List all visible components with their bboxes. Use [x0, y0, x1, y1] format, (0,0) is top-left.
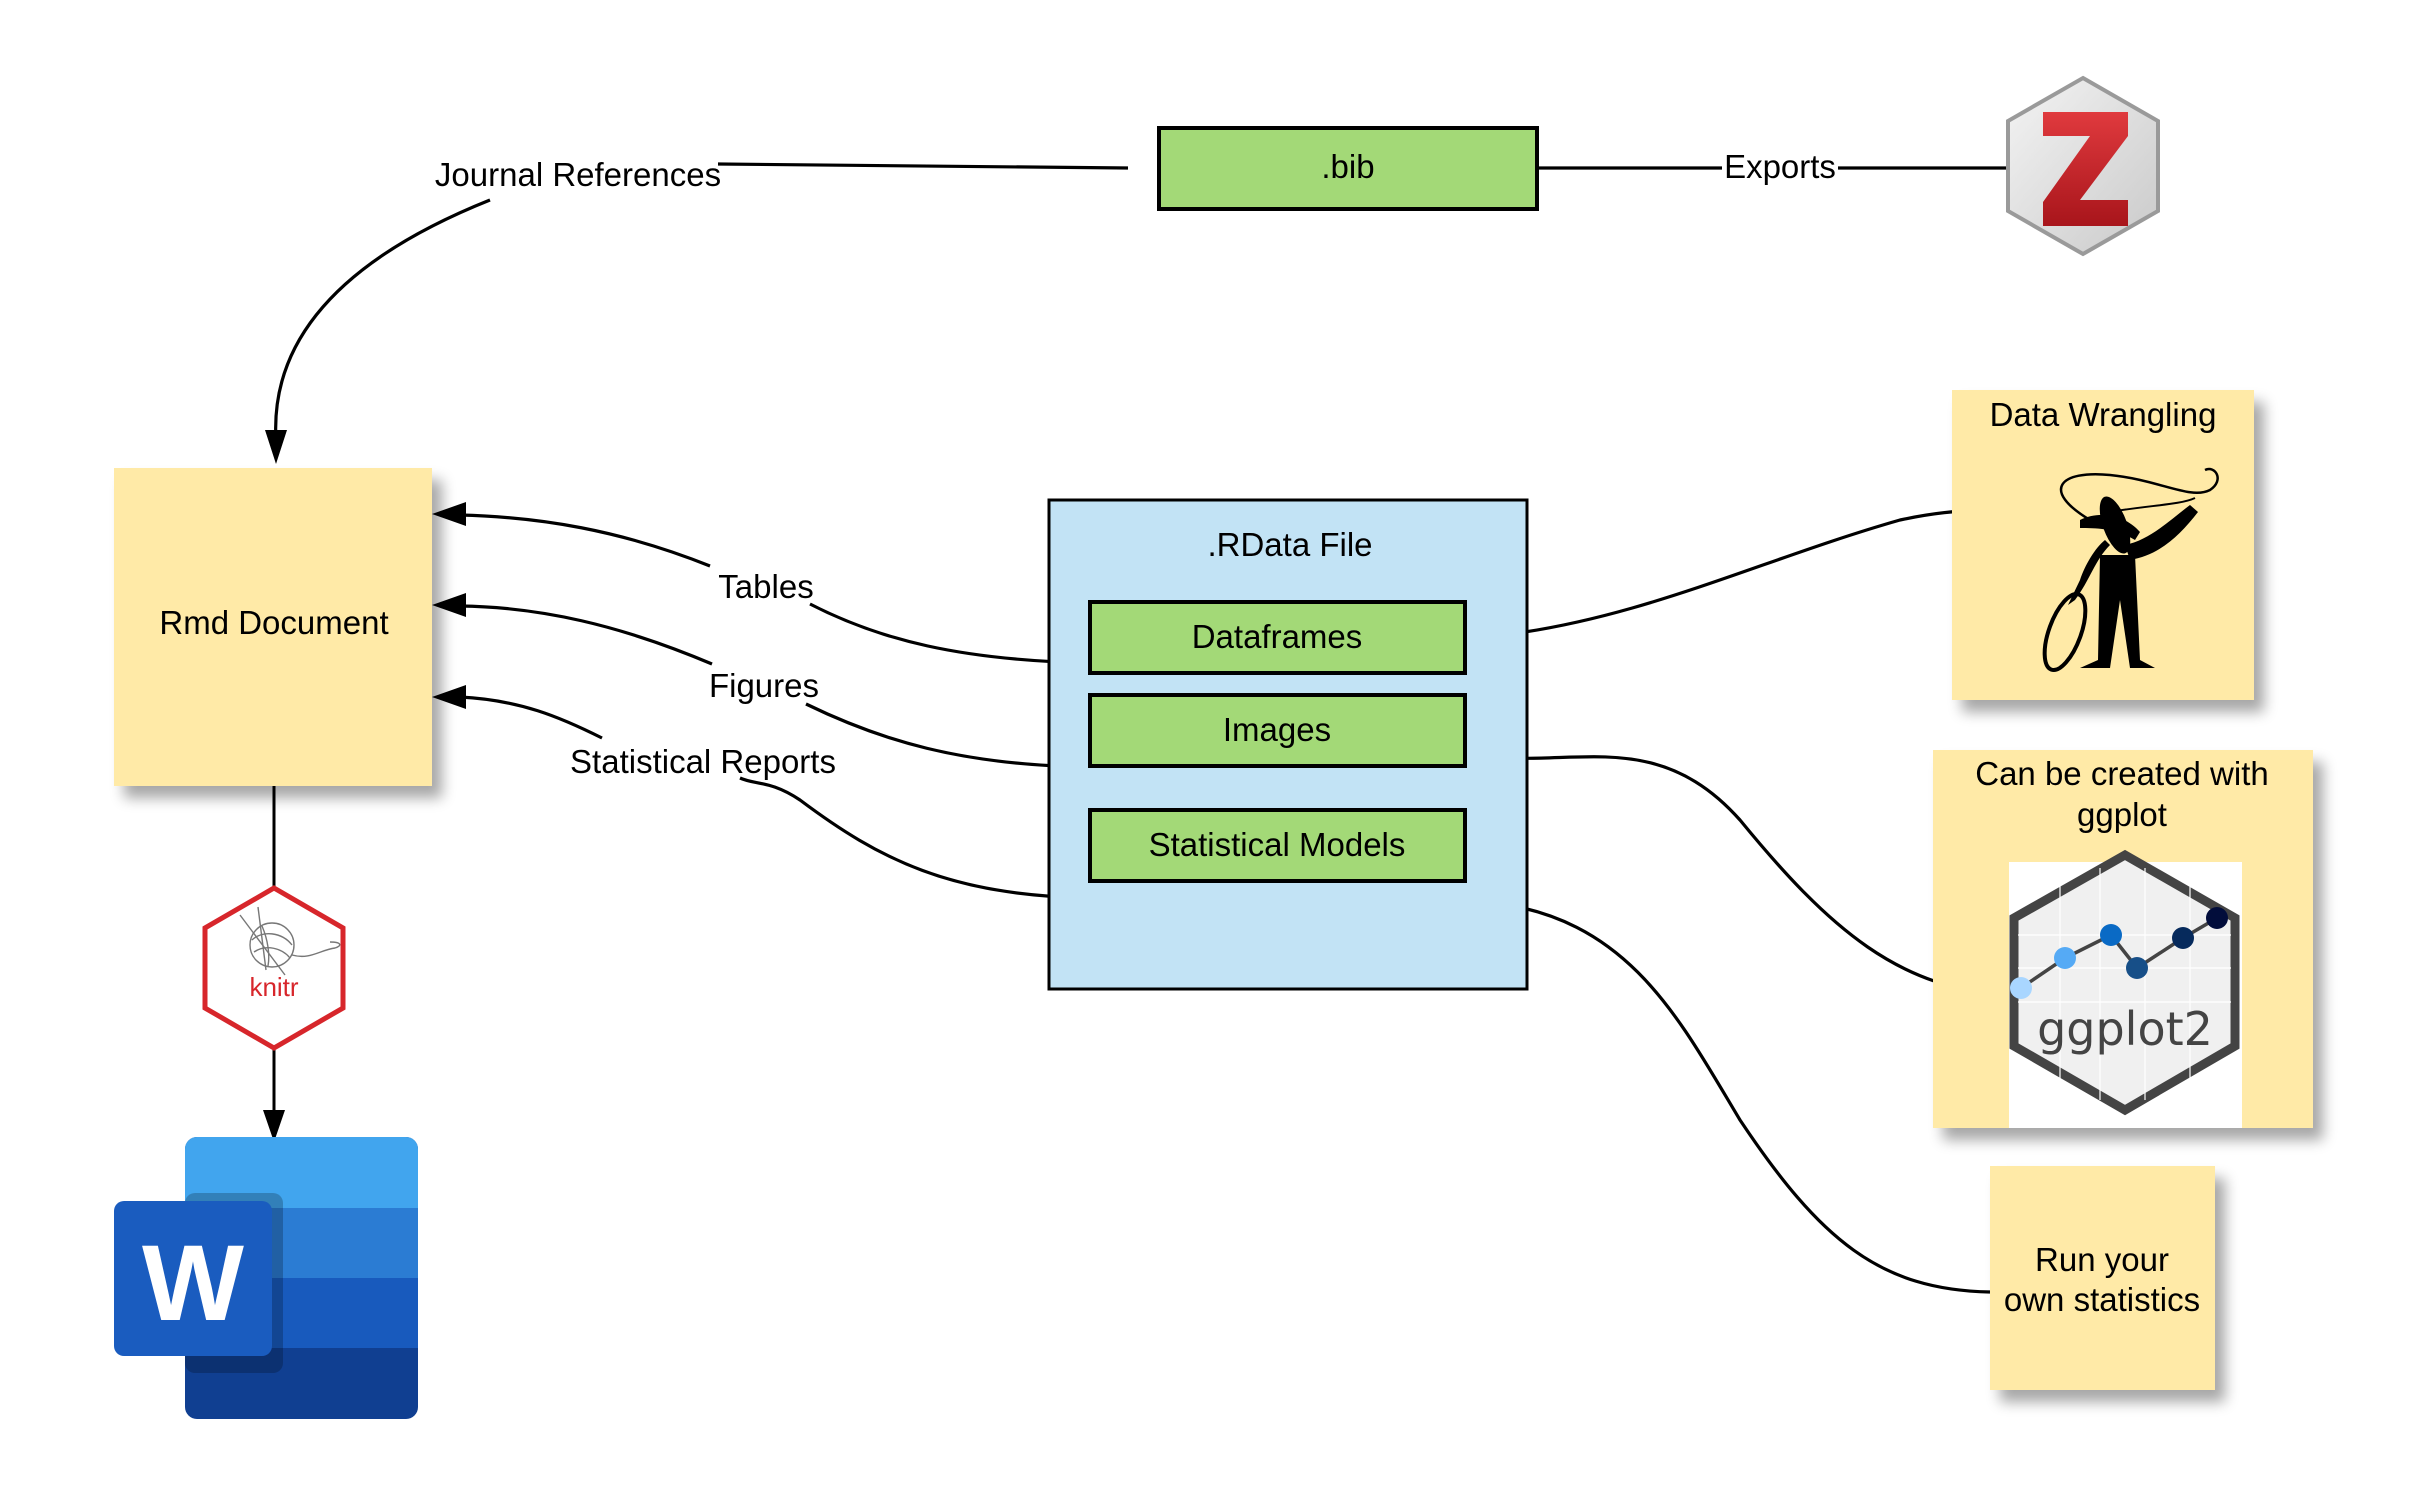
stats-label-line2: own statistics: [2004, 1281, 2200, 1318]
word-logo-icon: W: [114, 1137, 418, 1419]
rmd-label: Rmd Document: [159, 604, 388, 641]
edge-statistical-reports: Statistical Reports: [432, 685, 1089, 900]
zotero-logo-icon: [2006, 75, 2160, 257]
edge-stats-to-models: [1467, 890, 1991, 1294]
node-rmd-document[interactable]: Rmd Document: [114, 468, 432, 786]
node-data-wrangling[interactable]: Data Wrangling: [1952, 390, 2254, 700]
node-ggplot[interactable]: Can be created with ggplot ggplot2: [1933, 750, 2313, 1128]
stats-note[interactable]: [1990, 1166, 2215, 1390]
edge-curve: [459, 695, 603, 740]
stats-label-line1: Run your: [2035, 1241, 2169, 1278]
edge-label-journal-references: Journal References: [435, 156, 721, 193]
knitr-label: knitr: [249, 972, 298, 1002]
word-letter: W: [142, 1222, 244, 1343]
edge-curve: [1494, 755, 2011, 997]
edge-tables: Tables: [432, 502, 1089, 665]
bib-label: .bib: [1321, 148, 1374, 185]
node-rdata-file[interactable]: .RData File Dataframes Images Statistica…: [1047, 498, 1529, 991]
models-label: Statistical Models: [1149, 826, 1406, 863]
wrangling-label: Data Wrangling: [1990, 396, 2217, 433]
edge-ggplot-to-images-main: [1467, 744, 2011, 997]
ggplot-label-line1: Can be created with: [1975, 755, 2269, 792]
edge-journal-references: Journal References: [265, 156, 1129, 464]
edge-label-figures: Figures: [709, 667, 819, 704]
arrowhead: [432, 593, 466, 617]
edge-curve: [805, 702, 1089, 769]
ggplot2-logo-text: ggplot2: [2037, 1002, 2213, 1056]
node-run-statistics[interactable]: Run your own statistics: [1990, 1166, 2215, 1390]
edge-curve: [809, 602, 1089, 665]
rdata-label: .RData File: [1207, 526, 1372, 563]
edge-label-tables: Tables: [718, 568, 813, 605]
node-bib[interactable]: .bib: [1157, 126, 1539, 211]
dataframes-label: Dataframes: [1192, 618, 1363, 655]
edge-label-statistical-reports: Statistical Reports: [570, 743, 836, 780]
edge-figures: Figures: [432, 593, 1089, 769]
arrowhead: [265, 430, 287, 464]
edge-curve: [459, 513, 711, 568]
edge-curve: [1494, 901, 1991, 1294]
workflow-diagram: Exports Journal References Tables Figure…: [114, 75, 2313, 1419]
edge-curve: [739, 776, 1089, 900]
ggplot2-logo-icon: ggplot2: [2009, 849, 2242, 1128]
images-label: Images: [1223, 711, 1331, 748]
edge-curve: [459, 604, 713, 666]
edge-line: [717, 162, 1129, 170]
edge-exports: Exports: [1460, 148, 2006, 186]
knitr-logo-icon: knitr: [202, 885, 346, 1051]
ggplot-label-line2: ggplot: [2077, 796, 2167, 833]
arrowhead: [432, 502, 466, 526]
edge-label-exports: Exports: [1724, 148, 1836, 185]
arrowhead: [432, 685, 466, 709]
edge-curve: [274, 198, 491, 441]
